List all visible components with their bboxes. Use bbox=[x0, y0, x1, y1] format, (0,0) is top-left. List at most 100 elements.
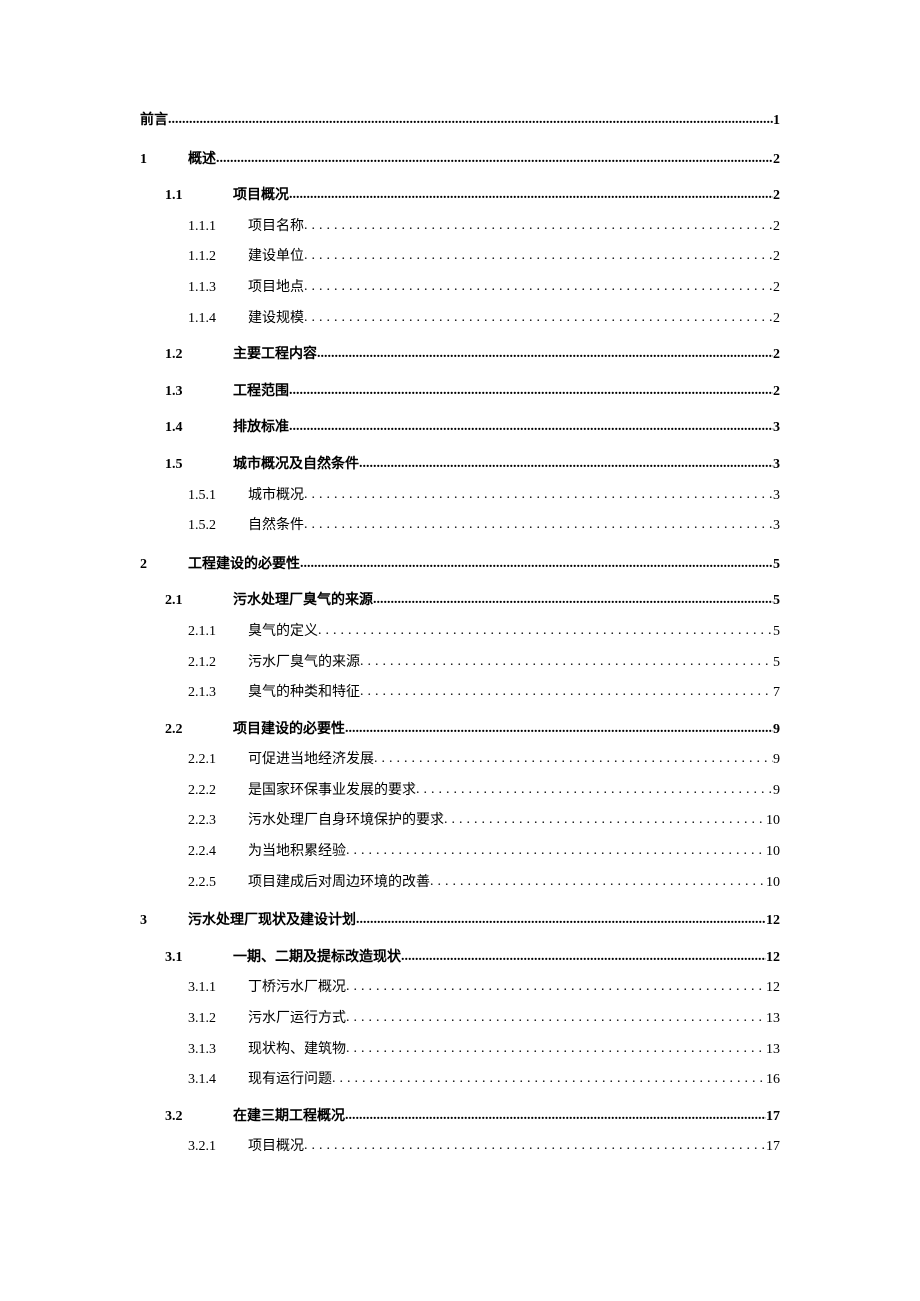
toc-title: 项目名称 bbox=[248, 217, 304, 237]
toc-title: 城市概况 bbox=[248, 486, 304, 506]
toc-page: 9 bbox=[773, 750, 780, 770]
toc-row: 1.4排放标准 3 bbox=[165, 417, 780, 438]
toc-title: 是国家环保事业发展的要求 bbox=[248, 781, 416, 801]
toc-row: 3.1.2污水厂运行方式13 bbox=[188, 1008, 780, 1029]
toc-leader bbox=[289, 381, 773, 395]
toc-leader bbox=[300, 554, 773, 568]
toc-page: 2 bbox=[773, 345, 780, 365]
toc-page: 5 bbox=[773, 653, 780, 673]
toc-title: 城市概况及自然条件 bbox=[233, 455, 359, 475]
toc-label: 3.2 bbox=[165, 1107, 233, 1127]
toc-title: 污水处理厂臭气的来源 bbox=[233, 591, 373, 611]
toc-title: 现状构、建筑物 bbox=[248, 1040, 346, 1060]
toc-leader bbox=[374, 749, 773, 763]
toc-page: 1 bbox=[773, 111, 780, 131]
toc-page: 3 bbox=[773, 418, 780, 438]
toc-page: 2 bbox=[773, 217, 780, 237]
toc-label: 2.1.2 bbox=[188, 653, 248, 673]
toc-title: 项目建设的必要性 bbox=[233, 720, 345, 740]
toc-row: 1.1.3项目地点2 bbox=[188, 277, 780, 298]
toc-row: 3.2在建三期工程概况 17 bbox=[165, 1106, 780, 1127]
toc-row: 1.2主要工程内容2 bbox=[165, 344, 780, 365]
toc-leader bbox=[304, 1136, 766, 1150]
toc-leader bbox=[168, 110, 773, 124]
toc-leader bbox=[289, 417, 773, 431]
toc-label: 1.4 bbox=[165, 418, 233, 438]
toc-page: 12 bbox=[766, 978, 780, 998]
toc-label: 2.2.3 bbox=[188, 811, 248, 831]
toc-label: 3.1 bbox=[165, 948, 233, 968]
toc-row: 3.2.1项目概况17 bbox=[188, 1136, 780, 1157]
toc-row: 3.1.1丁桥污水厂概况12 bbox=[188, 977, 780, 998]
toc-row: 1.1.2建设单位2 bbox=[188, 246, 780, 267]
toc-page: 2 bbox=[773, 309, 780, 329]
toc-title: 项目概况 bbox=[233, 186, 289, 206]
table-of-contents: 前言11概述21.1项目概况21.1.1项目名称21.1.2建设单位21.1.3… bbox=[140, 110, 780, 1157]
toc-page: 10 bbox=[766, 873, 780, 893]
toc-leader bbox=[359, 454, 773, 468]
toc-leader bbox=[444, 810, 766, 824]
toc-title: 项目概况 bbox=[248, 1137, 304, 1157]
toc-label: 1.1.3 bbox=[188, 278, 248, 298]
toc-label: 2.2.1 bbox=[188, 750, 248, 770]
toc-leader bbox=[360, 652, 773, 666]
toc-row: 2.1.1臭气的定义5 bbox=[188, 621, 780, 642]
toc-row: 3污水处理厂现状及建设计划12 bbox=[140, 910, 780, 931]
toc-title: 污水处理厂现状及建设计划 bbox=[188, 911, 356, 931]
toc-title: 概述 bbox=[188, 150, 216, 170]
toc-page: 5 bbox=[773, 591, 780, 611]
toc-page: 12 bbox=[766, 911, 780, 931]
toc-title: 为当地积累经验 bbox=[248, 842, 346, 862]
toc-label: 2 bbox=[140, 555, 188, 575]
toc-label: 2.1.3 bbox=[188, 683, 248, 703]
toc-leader bbox=[373, 590, 773, 604]
toc-row: 1概述2 bbox=[140, 149, 780, 170]
toc-leader bbox=[356, 910, 766, 924]
toc-leader bbox=[345, 1106, 766, 1120]
toc-label: 2.1 bbox=[165, 591, 233, 611]
toc-row: 1.1项目概况 2 bbox=[165, 185, 780, 206]
toc-leader bbox=[304, 515, 773, 529]
toc-title: 建设单位 bbox=[248, 247, 304, 267]
toc-label: 1.1 bbox=[165, 186, 233, 206]
toc-title: 排放标准 bbox=[233, 418, 289, 438]
toc-row: 3.1.3现状构、建筑物 13 bbox=[188, 1039, 780, 1060]
toc-row: 1.1.1项目名称2 bbox=[188, 216, 780, 237]
toc-page: 16 bbox=[766, 1070, 780, 1090]
toc-leader bbox=[318, 621, 773, 635]
toc-title: 污水厂运行方式 bbox=[248, 1009, 346, 1029]
toc-label: 1.1.2 bbox=[188, 247, 248, 267]
toc-page: 12 bbox=[766, 948, 780, 968]
toc-title: 建设规模 bbox=[248, 309, 304, 329]
toc-leader bbox=[304, 308, 773, 322]
toc-leader bbox=[346, 977, 766, 991]
toc-row: 2.2.2是国家环保事业发展的要求9 bbox=[188, 780, 780, 801]
toc-title: 可促进当地经济发展 bbox=[248, 750, 374, 770]
toc-row: 2.1.3臭气的种类和特征7 bbox=[188, 682, 780, 703]
toc-label: 1.5.2 bbox=[188, 516, 248, 536]
toc-title: 污水厂臭气的来源 bbox=[248, 653, 360, 673]
toc-row: 2.2项目建设的必要性9 bbox=[165, 719, 780, 740]
toc-leader bbox=[289, 185, 773, 199]
toc-title: 工程建设的必要性 bbox=[188, 555, 300, 575]
toc-label: 1.1.4 bbox=[188, 309, 248, 329]
toc-label: 3.1.3 bbox=[188, 1040, 248, 1060]
toc-title: 工程范围 bbox=[233, 382, 289, 402]
toc-row: 前言1 bbox=[140, 110, 780, 131]
toc-label: 2.2.2 bbox=[188, 781, 248, 801]
toc-page: 17 bbox=[766, 1137, 780, 1157]
toc-page: 2 bbox=[773, 150, 780, 170]
toc-label: 1.5.1 bbox=[188, 486, 248, 506]
toc-page: 13 bbox=[766, 1040, 780, 1060]
toc-page: 2 bbox=[773, 186, 780, 206]
toc-label: 3.1.4 bbox=[188, 1070, 248, 1090]
toc-row: 2.2.3污水处理厂自身环境保护的要求10 bbox=[188, 810, 780, 831]
toc-title: 项目地点 bbox=[248, 278, 304, 298]
toc-page: 17 bbox=[766, 1107, 780, 1127]
toc-row: 2.2.1可促进当地经济发展 9 bbox=[188, 749, 780, 770]
toc-leader bbox=[345, 719, 773, 733]
toc-title: 在建三期工程概况 bbox=[233, 1107, 345, 1127]
toc-title: 主要工程内容 bbox=[233, 345, 317, 365]
toc-leader bbox=[304, 485, 773, 499]
toc-row: 2.2.4为当地积累经验10 bbox=[188, 841, 780, 862]
